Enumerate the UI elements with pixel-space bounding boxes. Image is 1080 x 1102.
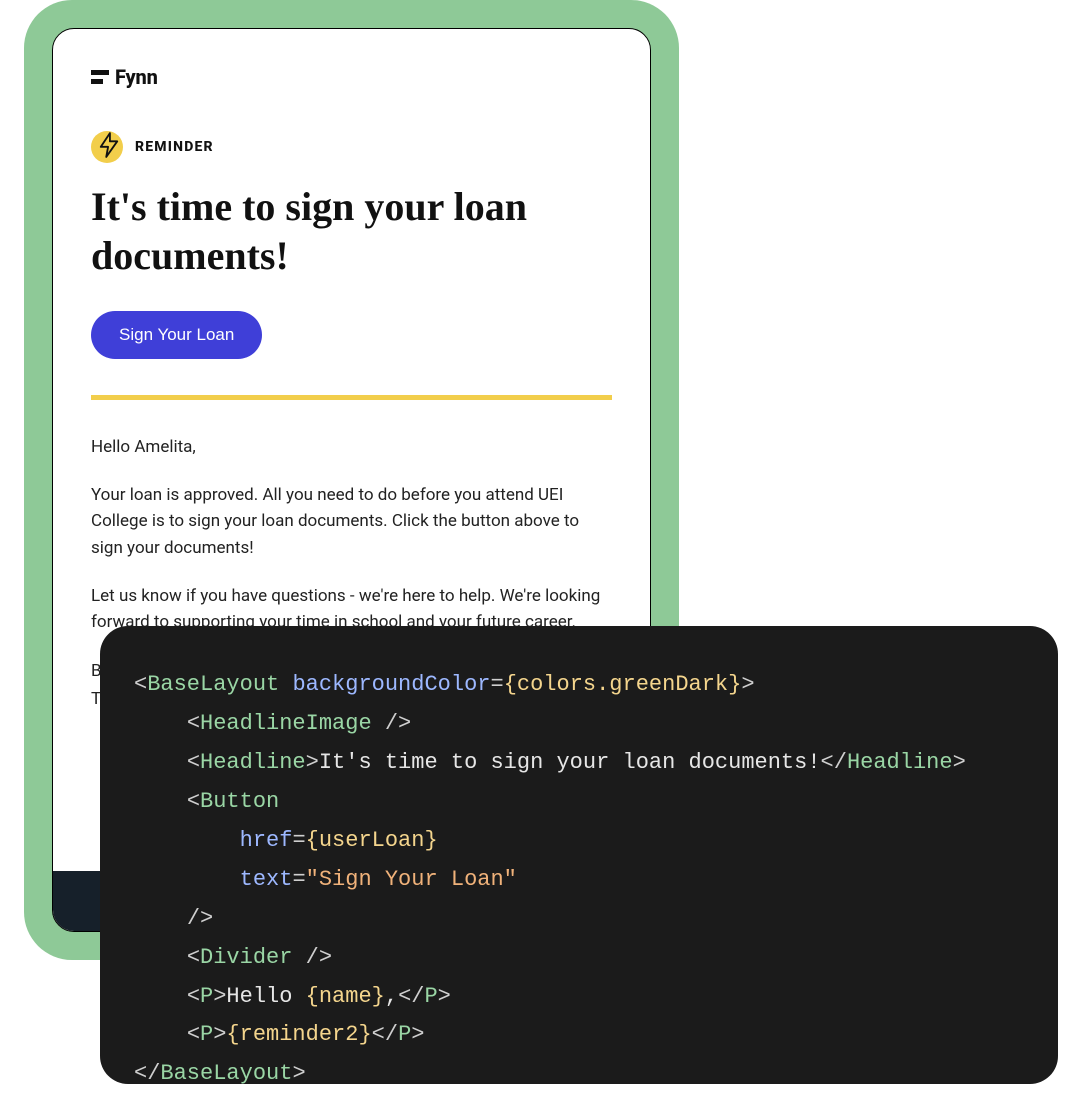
code-token: {reminder2} <box>226 1022 371 1047</box>
code-token: < <box>187 1022 200 1047</box>
code-token: P <box>200 1022 213 1047</box>
code-token: > <box>411 1022 424 1047</box>
code-token <box>279 672 292 697</box>
code-token: > <box>213 984 226 1009</box>
code-token: "Sign Your Loan" <box>306 867 517 892</box>
code-token: P <box>200 984 213 1009</box>
code-token: , <box>385 984 398 1009</box>
sign-loan-button[interactable]: Sign Your Loan <box>91 311 262 359</box>
code-indent <box>134 945 187 970</box>
code-token: HeadlineImage <box>200 711 372 736</box>
code-token: Headline <box>200 750 306 775</box>
code-indent <box>134 906 187 931</box>
code-token: /> <box>292 945 332 970</box>
code-token: Button <box>200 789 279 814</box>
reminder-badge-row: REMINDER <box>91 131 612 163</box>
code-token: /> <box>372 711 412 736</box>
code-panel: <BaseLayout backgroundColor={colors.gree… <box>100 626 1058 1084</box>
code-token: /> <box>187 906 213 931</box>
code-indent <box>134 828 240 853</box>
code-token: < <box>187 789 200 814</box>
code-token: = <box>292 867 305 892</box>
code-indent <box>134 711 187 736</box>
reminder-label: REMINDER <box>135 139 214 155</box>
code-token: < <box>134 672 147 697</box>
code-token: < <box>187 711 200 736</box>
brand-name: Fynn <box>115 65 158 89</box>
code-token: {name} <box>306 984 385 1009</box>
code-token: BaseLayout <box>147 672 279 697</box>
code-token: Divider <box>200 945 292 970</box>
divider <box>91 395 612 400</box>
code-token: > <box>306 750 319 775</box>
bolt-icon <box>91 131 123 163</box>
code-token: backgroundColor <box>292 672 490 697</box>
code-token: href <box>240 828 293 853</box>
code-block: <BaseLayout backgroundColor={colors.gree… <box>134 666 1024 1084</box>
code-token: > <box>953 750 966 775</box>
code-indent <box>134 789 187 814</box>
email-paragraph-1: Your loan is approved. All you need to d… <box>91 482 612 561</box>
code-token: > <box>741 672 754 697</box>
code-indent <box>134 1022 187 1047</box>
code-token: Hello <box>226 984 305 1009</box>
brand-logo-icon <box>91 70 109 84</box>
code-token: < <box>187 984 200 1009</box>
brand-row: Fynn <box>91 65 612 89</box>
code-token: < <box>187 750 200 775</box>
code-token: > <box>438 984 451 1009</box>
code-token: </ <box>372 1022 398 1047</box>
code-token: {userLoan} <box>306 828 438 853</box>
email-headline: It's time to sign your loan documents! <box>91 183 591 281</box>
code-token: P <box>424 984 437 1009</box>
code-token: P <box>398 1022 411 1047</box>
code-token: > <box>213 1022 226 1047</box>
code-indent <box>134 867 240 892</box>
code-token: </ <box>134 1061 160 1084</box>
code-token: = <box>292 828 305 853</box>
code-token: </ <box>821 750 847 775</box>
code-token: </ <box>398 984 424 1009</box>
code-token: {colors.greenDark} <box>504 672 742 697</box>
code-token: > <box>292 1061 305 1084</box>
code-indent <box>134 750 187 775</box>
code-token: text <box>240 867 293 892</box>
code-token: BaseLayout <box>160 1061 292 1084</box>
code-token: < <box>187 945 200 970</box>
code-token: Headline <box>847 750 953 775</box>
code-token: = <box>490 672 503 697</box>
code-indent <box>134 984 187 1009</box>
email-greeting: Hello Amelita, <box>91 434 612 460</box>
code-token: It's time to sign your loan documents! <box>319 750 821 775</box>
